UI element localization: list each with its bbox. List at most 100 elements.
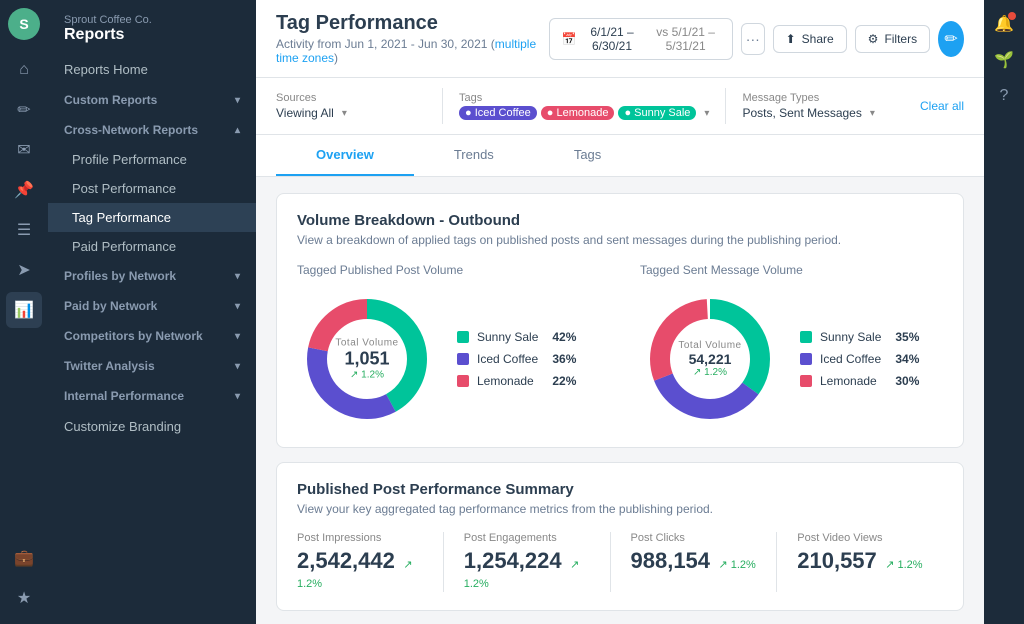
sources-value: Viewing All bbox=[276, 106, 334, 120]
twitter-arrow: ▾ bbox=[235, 361, 240, 372]
nav-icon-tasks[interactable]: ☰ bbox=[6, 212, 42, 248]
right-chart-block: Tagged Sent Message Volume bbox=[640, 263, 943, 429]
left-legend-label-2: Iced Coffee bbox=[477, 352, 538, 366]
left-legend-item-3: Lemonade 22% bbox=[457, 374, 576, 388]
nav-icon-briefcase[interactable]: 💼 bbox=[6, 540, 42, 576]
video-views-value-row: 210,557 ↗ 1.2% bbox=[797, 548, 923, 574]
tab-tags[interactable]: Tags bbox=[534, 135, 641, 176]
cross-network-arrow: ▴ bbox=[235, 125, 240, 136]
left-chart-block: Tagged Published Post Volume bbox=[297, 263, 600, 429]
clicks-label: Post Clicks bbox=[631, 532, 757, 544]
share-label: Share bbox=[802, 32, 834, 46]
tags-arrow: ▾ bbox=[704, 108, 709, 119]
tabs-bar: Overview Trends Tags bbox=[256, 135, 984, 177]
video-views-change: ↗ 1.2% bbox=[885, 559, 922, 571]
compose-button[interactable]: ✏ bbox=[938, 21, 964, 57]
clear-all-button[interactable]: Clear all bbox=[920, 99, 964, 113]
tags-filter: Tags ● Iced Coffee ● Lemonade ● Sunny Sa… bbox=[459, 92, 709, 120]
sidebar-header: Sprout Coffee Co. Reports bbox=[48, 0, 256, 54]
right-legend-label-1: Sunny Sale bbox=[820, 330, 881, 344]
right-legend-pct-3: 30% bbox=[889, 374, 919, 388]
sources-filter: Sources Viewing All ▾ bbox=[276, 92, 426, 120]
nav-icon-compose[interactable]: ✏ bbox=[6, 92, 42, 128]
post-performance-label: Post Performance bbox=[72, 181, 176, 196]
tab-overview[interactable]: Overview bbox=[276, 135, 414, 176]
profiles-by-network-label: Profiles by Network bbox=[64, 269, 176, 283]
page-subtitle: Activity from Jun 1, 2021 - Jun 30, 2021… bbox=[276, 37, 549, 65]
page-title: Tag Performance bbox=[276, 12, 549, 35]
sidebar-item-profiles-by-network[interactable]: Profiles by Network ▾ bbox=[48, 261, 256, 291]
clicks-value: 988,154 bbox=[631, 548, 711, 573]
message-types-label: Message Types bbox=[742, 92, 892, 104]
custom-reports-label: Custom Reports bbox=[64, 93, 157, 107]
left-donut-center: Total Volume 1,051 ↗ 1.2% bbox=[335, 338, 398, 381]
app-logo[interactable]: S bbox=[8, 8, 40, 40]
video-views-label: Post Video Views bbox=[797, 532, 923, 544]
metric-clicks: Post Clicks 988,154 ↗ 1.2% bbox=[611, 532, 778, 592]
right-legend-pct-2: 34% bbox=[889, 352, 919, 366]
sidebar-item-custom-reports[interactable]: Custom Reports ▾ bbox=[48, 85, 256, 115]
nav-icon-publish[interactable]: 📌 bbox=[6, 172, 42, 208]
right-chart-content: Total Volume 54,221 ↗ 1.2% Sunny Sale 35… bbox=[640, 289, 943, 429]
competitors-arrow: ▾ bbox=[235, 331, 240, 342]
sidebar-item-profile-performance[interactable]: Profile Performance bbox=[48, 145, 256, 174]
right-legend-item-3: Lemonade 30% bbox=[800, 374, 919, 388]
sidebar-item-twitter-analysis[interactable]: Twitter Analysis ▾ bbox=[48, 351, 256, 381]
sidebar-item-paid-by-network[interactable]: Paid by Network ▾ bbox=[48, 291, 256, 321]
nav-icon-send[interactable]: ➤ bbox=[6, 252, 42, 288]
date-range-button[interactable]: 📅 6/1/21 – 6/30/21 vs 5/1/21 – 5/31/21 bbox=[549, 18, 733, 60]
nav-icon-home[interactable]: ⌂ bbox=[6, 52, 42, 88]
profile-performance-label: Profile Performance bbox=[72, 152, 187, 167]
message-types-arrow: ▾ bbox=[870, 108, 875, 119]
left-legend: Sunny Sale 42% Iced Coffee 36% bbox=[457, 330, 576, 388]
left-legend-label-3: Lemonade bbox=[477, 374, 534, 388]
filters-button[interactable]: ⚙ Filters bbox=[855, 25, 930, 53]
message-types-value-button[interactable]: Posts, Sent Messages ▾ bbox=[742, 106, 892, 120]
sidebar-item-internal-performance[interactable]: Internal Performance ▾ bbox=[48, 381, 256, 411]
performance-card-title: Published Post Performance Summary bbox=[297, 481, 943, 498]
notification-bell-icon[interactable]: 🔔 bbox=[988, 8, 1020, 40]
vs-range-value: vs 5/1/21 – 5/31/21 bbox=[651, 25, 720, 53]
charts-row: Tagged Published Post Volume bbox=[297, 263, 943, 429]
left-donut: Total Volume 1,051 ↗ 1.2% bbox=[297, 289, 437, 429]
left-legend-item-1: Sunny Sale 42% bbox=[457, 330, 576, 344]
message-types-filter: Message Types Posts, Sent Messages ▾ bbox=[742, 92, 892, 120]
engagements-label: Post Engagements bbox=[464, 532, 590, 544]
sources-value-button[interactable]: Viewing All ▾ bbox=[276, 106, 426, 120]
sidebar-item-competitors-by-network[interactable]: Competitors by Network ▾ bbox=[48, 321, 256, 351]
engagements-value: 1,254,224 bbox=[464, 548, 562, 573]
twitter-analysis-label: Twitter Analysis bbox=[64, 359, 155, 373]
right-legend-item-1: Sunny Sale 35% bbox=[800, 330, 919, 344]
sidebar-item-paid-performance[interactable]: Paid Performance bbox=[48, 232, 256, 261]
help-icon[interactable]: ? bbox=[988, 80, 1020, 112]
calendar-icon: 📅 bbox=[562, 32, 577, 46]
share-button[interactable]: ⬆ Share bbox=[773, 25, 847, 53]
filters-label: Filters bbox=[884, 32, 917, 46]
tags-value-button[interactable]: ● Iced Coffee ● Lemonade ● Sunny Sale ▾ bbox=[459, 106, 709, 120]
sidebar-item-cross-network[interactable]: Cross-Network Reports ▴ bbox=[48, 115, 256, 145]
main-content: Tag Performance Activity from Jun 1, 202… bbox=[256, 0, 984, 624]
impressions-value: 2,542,442 bbox=[297, 548, 395, 573]
tags-label: Tags bbox=[459, 92, 709, 104]
sidebar-item-tag-performance[interactable]: Tag Performance bbox=[48, 203, 256, 232]
filters-icon: ⚙ bbox=[868, 32, 879, 46]
right-vol-value: 54,221 bbox=[678, 351, 741, 367]
nav-icon-inbox[interactable]: ✉ bbox=[6, 132, 42, 168]
nav-icon-reports[interactable]: 📊 bbox=[6, 292, 42, 328]
tag-chip-iced-coffee: ● Iced Coffee bbox=[459, 106, 537, 120]
sidebar-item-post-performance[interactable]: Post Performance bbox=[48, 174, 256, 203]
metric-impressions: Post Impressions 2,542,442 ↗ 1.2% bbox=[297, 532, 444, 592]
volume-card-title: Volume Breakdown - Outbound bbox=[297, 212, 943, 229]
subtitle-text: Activity from Jun 1, 2021 - Jun 30, 2021… bbox=[276, 37, 495, 51]
more-button[interactable]: ··· bbox=[741, 23, 765, 55]
nav-icon-star[interactable]: ★ bbox=[6, 580, 42, 616]
sidebar-item-reports-home[interactable]: Reports Home bbox=[48, 54, 256, 85]
right-vol-change: ↗ 1.2% bbox=[678, 367, 741, 378]
right-sprout-icon[interactable]: 🌱 bbox=[988, 44, 1020, 76]
tab-trends[interactable]: Trends bbox=[414, 135, 534, 176]
metrics-row: Post Impressions 2,542,442 ↗ 1.2% Post E… bbox=[297, 532, 943, 592]
sidebar-item-customize-branding[interactable]: Customize Branding bbox=[48, 411, 256, 442]
right-dot-1 bbox=[800, 331, 812, 343]
content-area: Volume Breakdown - Outbound View a break… bbox=[256, 177, 984, 624]
profiles-arrow: ▾ bbox=[235, 271, 240, 282]
